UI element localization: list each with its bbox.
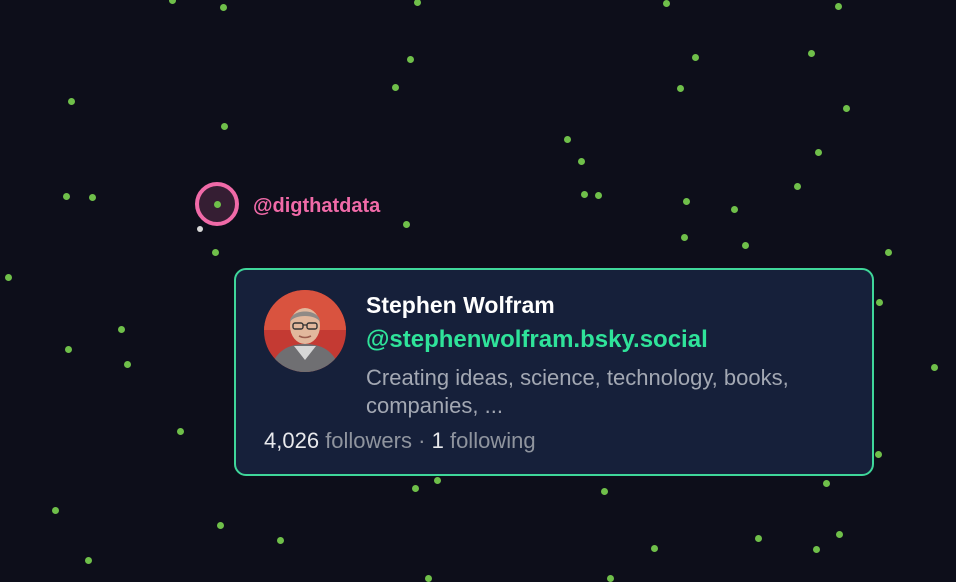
graph-node[interactable] (793, 182, 801, 190)
graph-node[interactable] (835, 530, 843, 538)
graph-node[interactable] (220, 122, 228, 130)
graph-node[interactable] (64, 345, 72, 353)
graph-node[interactable] (741, 241, 749, 249)
graph-node[interactable] (276, 536, 284, 544)
graph-node[interactable] (606, 574, 614, 582)
graph-node[interactable] (424, 574, 432, 582)
graph-node[interactable] (812, 545, 820, 553)
selected-node-dot (213, 200, 221, 208)
graph-node[interactable] (875, 298, 883, 306)
graph-node[interactable] (117, 325, 125, 333)
graph-node[interactable] (680, 233, 688, 241)
graph-node[interactable] (730, 205, 738, 213)
graph-node[interactable] (884, 248, 892, 256)
profile-card[interactable]: Stephen Wolfram @stephenwolfram.bsky.soc… (234, 268, 874, 476)
graph-node[interactable] (834, 2, 842, 10)
display-name: Stephen Wolfram (366, 292, 555, 318)
graph-node[interactable] (577, 157, 585, 165)
graph-node[interactable] (168, 0, 176, 4)
graph-node[interactable] (67, 97, 75, 105)
graph-node[interactable] (676, 84, 684, 92)
graph-node[interactable] (563, 135, 571, 143)
graph-node[interactable] (600, 487, 608, 495)
graph-node[interactable] (216, 521, 224, 529)
graph-node[interactable] (219, 3, 227, 11)
graph-node[interactable] (402, 220, 410, 228)
profile-bio: Creating ideas, science, technology, boo… (366, 365, 789, 418)
graph-node[interactable] (4, 273, 12, 281)
graph-node[interactable] (88, 193, 96, 201)
selected-node[interactable] (195, 182, 239, 226)
mouse-cursor (197, 226, 203, 232)
graph-node[interactable] (930, 363, 938, 371)
profile-handle-link[interactable]: @stephenwolfram.bsky.social (366, 326, 708, 354)
graph-node[interactable] (594, 191, 602, 199)
following-count: 1 (431, 428, 444, 453)
graph-canvas[interactable]: @digthatdata Stephen Wolfram @stephenwol… (0, 0, 956, 582)
graph-node[interactable] (62, 192, 70, 200)
follow-stats: 4,026 followers · 1 following (264, 428, 536, 454)
graph-node[interactable] (51, 506, 59, 514)
graph-node[interactable] (874, 450, 882, 458)
selected-node-label: @digthatdata (253, 195, 381, 217)
graph-node[interactable] (211, 248, 219, 256)
graph-node[interactable] (580, 190, 588, 198)
graph-node[interactable] (822, 479, 830, 487)
graph-node[interactable] (84, 556, 92, 564)
graph-node[interactable] (814, 148, 822, 156)
followers-count: 4,026 (264, 428, 320, 453)
graph-node[interactable] (413, 0, 421, 6)
graph-node[interactable] (650, 544, 658, 552)
graph-node[interactable] (807, 49, 815, 57)
graph-node[interactable] (682, 197, 690, 205)
avatar (264, 290, 346, 372)
following-label: following (449, 428, 536, 453)
graph-node[interactable] (176, 427, 184, 435)
graph-node[interactable] (411, 484, 419, 492)
stats-separator: · (418, 428, 426, 453)
graph-node[interactable] (406, 55, 414, 63)
graph-node[interactable] (754, 534, 762, 542)
graph-node[interactable] (662, 0, 670, 7)
graph-node[interactable] (391, 83, 399, 91)
graph-node[interactable] (433, 476, 441, 484)
graph-node[interactable] (842, 104, 850, 112)
graph-node[interactable] (123, 360, 131, 368)
graph-node[interactable] (691, 53, 699, 61)
followers-label: followers (325, 428, 412, 453)
